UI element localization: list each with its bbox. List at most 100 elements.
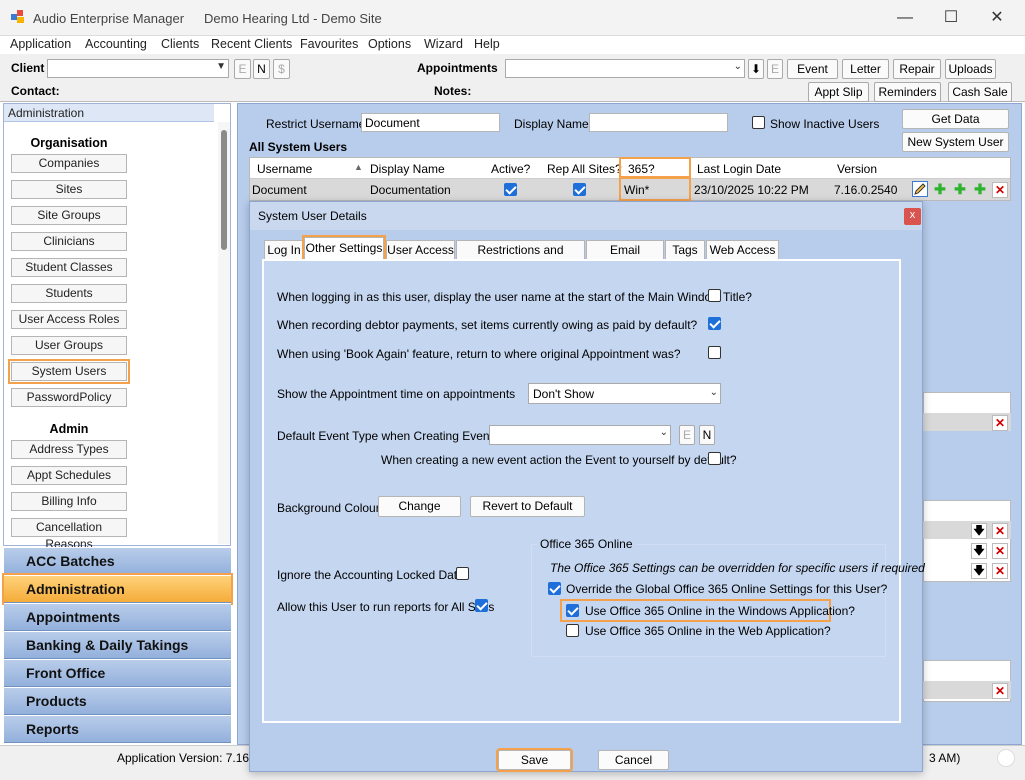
dialog-close-icon[interactable]: x — [904, 208, 921, 225]
nav-products[interactable]: Products — [4, 687, 231, 715]
sidebar-item-user-groups[interactable]: User Groups — [11, 336, 127, 355]
delete-icon[interactable]: ✕ — [992, 523, 1008, 539]
sidebar-item-companies[interactable]: Companies — [11, 154, 127, 173]
sidebar-item-site-groups[interactable]: Site Groups — [11, 206, 127, 225]
tab-log-in[interactable]: Log In — [264, 240, 304, 260]
book-again-checkbox[interactable] — [708, 346, 721, 359]
reminders-button[interactable]: Reminders — [874, 82, 941, 102]
download-icon[interactable]: 🡇 — [971, 523, 987, 539]
col-active[interactable]: Active? — [491, 162, 530, 176]
o365-web-checkbox[interactable] — [566, 624, 579, 637]
menu-favourites[interactable]: Favourites — [300, 37, 358, 51]
client-e-button[interactable]: E — [234, 59, 251, 79]
appt-e-button[interactable]: E — [767, 59, 783, 79]
col-display-name[interactable]: Display Name — [370, 162, 445, 176]
delete-icon[interactable]: ✕ — [992, 543, 1008, 559]
nav-administration[interactable]: Administration — [2, 573, 233, 605]
dialog-title: System User Details — [258, 209, 367, 223]
add-icon[interactable]: ✚ — [972, 181, 988, 197]
sidebar-item-billing-info[interactable]: Billing Info — [11, 492, 127, 511]
tab-restrictions-security[interactable]: Restrictions and Security — [456, 240, 585, 275]
menu-application[interactable]: Application — [10, 37, 71, 51]
edit-pencil-icon[interactable] — [912, 181, 928, 197]
event-to-self-checkbox[interactable] — [708, 452, 721, 465]
appt-slip-button[interactable]: Appt Slip — [808, 82, 869, 102]
sidebar-item-address-types[interactable]: Address Types — [11, 440, 127, 459]
add-icon[interactable]: ✚ — [952, 181, 968, 197]
menu-wizard[interactable]: Wizard — [424, 37, 463, 51]
cancel-button[interactable]: Cancel — [598, 750, 669, 770]
event-e-button[interactable]: E — [679, 425, 695, 445]
download-icon[interactable]: ⬇ — [748, 59, 764, 79]
appointments-combo[interactable]: ⌄ — [505, 59, 745, 78]
download-icon[interactable]: 🡇 — [971, 563, 987, 579]
get-data-button[interactable]: Get Data — [902, 109, 1009, 129]
revert-colour-button[interactable]: Revert to Default — [470, 496, 585, 517]
tab-web-access[interactable]: Web Access — [706, 240, 779, 260]
sidebar-item-appt-schedules[interactable]: Appt Schedules — [11, 466, 127, 485]
cash-sale-button[interactable]: Cash Sale — [948, 82, 1012, 102]
ignore-locked-checkbox[interactable] — [456, 567, 469, 580]
tab-email-settings[interactable]: Email Settings — [586, 240, 664, 275]
tab-user-access[interactable]: User Access — [386, 240, 455, 260]
menu-clients[interactable]: Clients — [161, 37, 199, 51]
save-button[interactable]: Save — [496, 748, 573, 772]
tab-tags[interactable]: Tags — [665, 240, 705, 260]
col-365[interactable]: 365? — [619, 157, 691, 180]
delete-icon[interactable]: ✕ — [992, 683, 1008, 699]
menu-recent-clients[interactable]: Recent Clients — [211, 37, 292, 51]
new-system-user-button[interactable]: New System User — [902, 132, 1009, 152]
sidebar-item-clinicians[interactable]: Clinicians — [11, 232, 127, 251]
sidebar-item-student-classes[interactable]: Student Classes — [11, 258, 127, 277]
menu-options[interactable]: Options — [368, 37, 411, 51]
sidebar-item-cancellation-reasons[interactable]: Cancellation Reasons — [11, 518, 127, 551]
download-icon[interactable]: 🡇 — [971, 543, 987, 559]
col-rep-all-sites[interactable]: Rep All Sites? — [547, 162, 622, 176]
office365-note: The Office 365 Settings can be overridde… — [550, 561, 925, 575]
sidebar-item-students[interactable]: Students — [11, 284, 127, 303]
sidebar-item-system-users[interactable]: System Users — [8, 359, 130, 384]
debtor-payments-checkbox[interactable] — [708, 317, 721, 330]
display-name-input[interactable] — [589, 113, 728, 132]
show-inactive-checkbox[interactable] — [752, 116, 765, 129]
close-icon[interactable]: ✕ — [974, 6, 1020, 30]
sidebar-item-user-access-roles[interactable]: User Access Roles — [11, 310, 127, 329]
tab-other-settings[interactable]: Other Settings — [302, 235, 386, 262]
event-type-select[interactable]: ⌄ — [489, 425, 671, 445]
delete-icon[interactable]: ✕ — [992, 563, 1008, 579]
maximize-icon[interactable]: ☐ — [928, 6, 974, 30]
col-username[interactable]: Username — [257, 162, 312, 176]
event-button[interactable]: Event — [787, 59, 838, 79]
client-combo[interactable]: ▼ — [47, 59, 229, 78]
nav-banking[interactable]: Banking & Daily Takings — [4, 631, 231, 659]
delete-icon[interactable]: ✕ — [992, 182, 1008, 198]
table-row[interactable]: Document Documentation Win* 23/10/2025 1… — [250, 176, 1010, 201]
minimize-icon[interactable]: — — [882, 6, 928, 30]
sidebar-item-sites[interactable]: Sites — [11, 180, 127, 199]
client-dollar-button[interactable]: $ — [273, 59, 290, 79]
col-last-login[interactable]: Last Login Date — [697, 162, 781, 176]
o365-windows-checkbox[interactable] — [566, 604, 579, 617]
change-colour-button[interactable]: Change — [378, 496, 461, 517]
event-n-button[interactable]: N — [699, 425, 715, 445]
nav-appointments[interactable]: Appointments — [4, 603, 231, 631]
menu-help[interactable]: Help — [474, 37, 500, 51]
uploads-button[interactable]: Uploads — [945, 59, 996, 79]
display-username-checkbox[interactable] — [708, 289, 721, 302]
add-icon[interactable]: ✚ — [932, 181, 948, 197]
menu-accounting[interactable]: Accounting — [85, 37, 147, 51]
reports-all-sites-checkbox[interactable] — [475, 599, 488, 612]
restrict-username-input[interactable]: Document — [361, 113, 500, 132]
client-n-button[interactable]: N — [253, 59, 270, 79]
nav-reports[interactable]: Reports — [4, 715, 231, 743]
repair-button[interactable]: Repair — [893, 59, 941, 79]
o365-override-checkbox[interactable] — [548, 582, 561, 595]
sidebar-item-password-policy[interactable]: PasswordPolicy — [11, 388, 127, 407]
delete-icon[interactable]: ✕ — [992, 415, 1008, 431]
sidebar-scroll-thumb[interactable] — [221, 130, 227, 250]
nav-acc-batches[interactable]: ACC Batches — [4, 547, 231, 575]
letter-button[interactable]: Letter — [842, 59, 889, 79]
col-version[interactable]: Version — [837, 162, 877, 176]
appt-time-select[interactable]: Don't Show ⌄ — [528, 383, 721, 404]
nav-front-office[interactable]: Front Office — [4, 659, 231, 687]
